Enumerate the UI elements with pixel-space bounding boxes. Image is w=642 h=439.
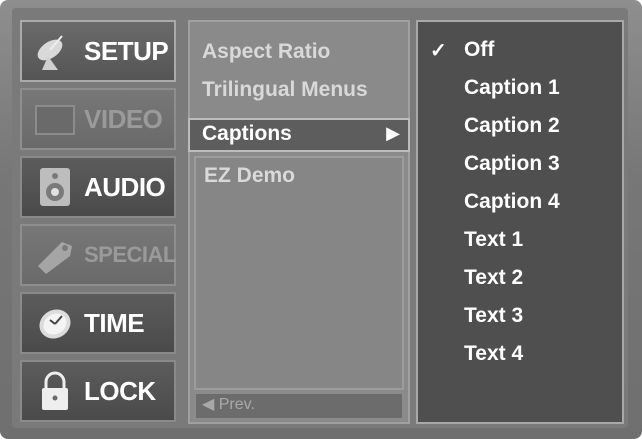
tab-time[interactable]: TIME [20, 292, 176, 354]
tab-setup[interactable]: SETUP [20, 20, 176, 82]
tab-label: SPECIAL [84, 242, 176, 267]
checkmark-icon: ✓ [430, 40, 447, 62]
tab-video[interactable]: VIDEO [20, 88, 176, 150]
tab-label: LOCK [84, 375, 156, 406]
menu-tabs: SETUP VIDEO AUDIO SPECIAL TIME LOCK [20, 20, 176, 424]
padlock-icon [32, 368, 78, 414]
caption-option-text-1[interactable]: Text 1 [464, 228, 523, 252]
tab-special[interactable]: SPECIAL [20, 224, 176, 286]
tab-lock[interactable]: LOCK [20, 360, 176, 422]
caption-option-text-2[interactable]: Text 2 [464, 266, 523, 290]
prev-button[interactable]: ◀ Prev. [194, 392, 404, 420]
caption-option-text-3[interactable]: Text 3 [464, 304, 523, 328]
captions-submenu: ✓ Off Caption 1 Caption 2 Caption 3 Capt… [416, 20, 624, 424]
caption-option-text-4[interactable]: Text 4 [464, 342, 523, 366]
caption-option-caption-2[interactable]: Caption 2 [464, 114, 560, 138]
menu-item-captions[interactable]: Captions ▶ [188, 118, 410, 152]
caption-option-off[interactable]: Off [464, 38, 494, 62]
tab-audio[interactable]: AUDIO [20, 156, 176, 218]
tag-icon [32, 232, 78, 278]
menu-item-ez-demo[interactable]: EZ Demo [204, 164, 295, 188]
caption-option-caption-3[interactable]: Caption 3 [464, 152, 560, 176]
tab-label: SETUP [84, 35, 169, 66]
tv-screen-icon [32, 96, 78, 142]
satellite-dish-icon [32, 28, 78, 74]
setup-menu: Aspect Ratio Trilingual Menus Captions ▶… [188, 20, 410, 424]
menu-item-trilingual-menus[interactable]: Trilingual Menus [202, 78, 368, 102]
tab-label: TIME [84, 307, 145, 338]
clock-icon [32, 300, 78, 346]
tab-label: VIDEO [84, 103, 163, 134]
tab-label: AUDIO [84, 171, 166, 202]
submenu-arrow-icon: ▶ [386, 123, 400, 143]
caption-option-caption-4[interactable]: Caption 4 [464, 190, 560, 214]
menu-lower-panel: EZ Demo [194, 156, 404, 390]
caption-option-caption-1[interactable]: Caption 1 [464, 76, 560, 100]
speaker-icon [32, 164, 78, 210]
menu-item-aspect-ratio[interactable]: Aspect Ratio [202, 40, 330, 64]
menu-item-label: Captions [202, 122, 292, 145]
